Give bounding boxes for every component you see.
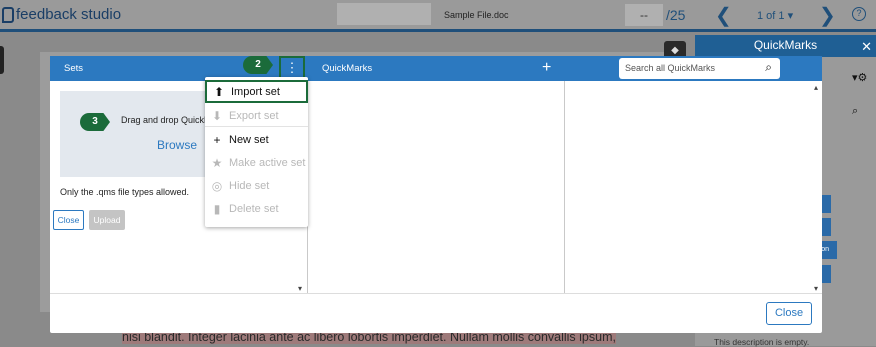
column-divider	[564, 81, 565, 293]
search-quickmarks-input[interactable]: Search all QuickMarks ⌕	[619, 58, 780, 79]
page-number-input[interactable]: --	[625, 4, 663, 26]
menu-item-label: Hide set	[229, 179, 270, 192]
menu-divider	[205, 126, 308, 127]
search-icon[interactable]: ⌕	[765, 60, 772, 75]
plus-icon: +	[213, 132, 221, 147]
gear-icon[interactable]: ▾⚙	[852, 71, 867, 84]
browse-link[interactable]: Browse	[157, 138, 197, 152]
scroll-up-icon[interactable]: ▴	[814, 83, 818, 92]
quickmarks-panel-title: QuickMarks	[753, 38, 818, 52]
logo-icon	[2, 6, 14, 23]
next-page-icon[interactable]: ❯	[819, 3, 836, 28]
quickmarks-manager-modal: Sets ⋮ QuickMarks + Search all QuickMark…	[50, 56, 822, 333]
page-of-dropdown[interactable]: 1 of 1 ▾	[757, 9, 793, 22]
upload-icon: ⬆	[213, 84, 225, 99]
menu-item-make-active-set[interactable]: ★ Make active set	[205, 151, 308, 174]
file-types-note: Only the .qms file types allowed.	[60, 187, 190, 197]
page-total: /25	[666, 7, 686, 23]
close-import-button[interactable]: Close	[53, 210, 84, 230]
file-name: Sample File.doc	[444, 10, 509, 20]
menu-item-label: Delete set	[229, 202, 279, 215]
help-icon[interactable]: ?	[852, 7, 866, 21]
scroll-down-icon[interactable]: ▾	[298, 284, 302, 293]
top-bar: feedback studio Sample File.doc -- /25 ❮…	[0, 0, 876, 32]
add-quickmark-icon[interactable]: +	[542, 59, 551, 77]
modal-header: Sets ⋮ QuickMarks + Search all QuickMark…	[50, 56, 822, 81]
menu-item-export-set[interactable]: ⬇ Export set	[205, 104, 308, 127]
menu-item-delete-set[interactable]: ▮ Delete set	[205, 197, 308, 220]
quickmarks-title: QuickMarks	[322, 63, 373, 74]
file-name-placeholder	[337, 3, 431, 25]
menu-item-import-set[interactable]: ⬆ Import set	[205, 80, 308, 103]
quickmarks-scrollbar[interactable]: ▴ ▾	[814, 81, 822, 293]
download-icon: ⬇	[211, 108, 223, 123]
star-icon: ★	[211, 155, 223, 170]
side-tab-handle[interactable]	[0, 46, 4, 74]
logo-text: feedback studio	[16, 6, 122, 23]
scroll-down-icon[interactable]: ▾	[814, 284, 818, 293]
close-icon[interactable]: ✕	[861, 37, 872, 57]
menu-item-label: Export set	[229, 109, 279, 122]
search-icon[interactable]: ⌕	[852, 105, 858, 118]
search-placeholder: Search all QuickMarks	[625, 63, 716, 73]
menu-item-label: New set	[229, 133, 269, 146]
upload-button[interactable]: Upload	[89, 210, 125, 230]
menu-item-label: Make active set	[229, 156, 306, 169]
modal-footer-divider	[50, 293, 822, 294]
layers-icon: ◆	[671, 45, 679, 56]
sets-title: Sets	[64, 63, 84, 74]
trash-icon: ▮	[213, 201, 221, 216]
feedback-studio-logo: feedback studio	[2, 6, 121, 23]
eye-off-icon: ◎	[211, 178, 223, 193]
page-of-label: 1 of 1	[757, 10, 785, 22]
menu-item-hide-set[interactable]: ◎ Hide set	[205, 174, 308, 197]
previous-page-icon[interactable]: ❮	[715, 3, 732, 28]
chevron-down-icon: ▾	[787, 10, 794, 22]
menu-item-new-set[interactable]: + New set	[205, 128, 308, 151]
quickmarks-panel-header: QuickMarks ✕	[695, 35, 876, 57]
menu-item-label: Import set	[231, 85, 280, 98]
sets-options-menu: ⬆ Import set ⬇ Export set + New set ★ Ma…	[205, 77, 308, 227]
close-modal-button[interactable]: Close	[766, 302, 812, 325]
